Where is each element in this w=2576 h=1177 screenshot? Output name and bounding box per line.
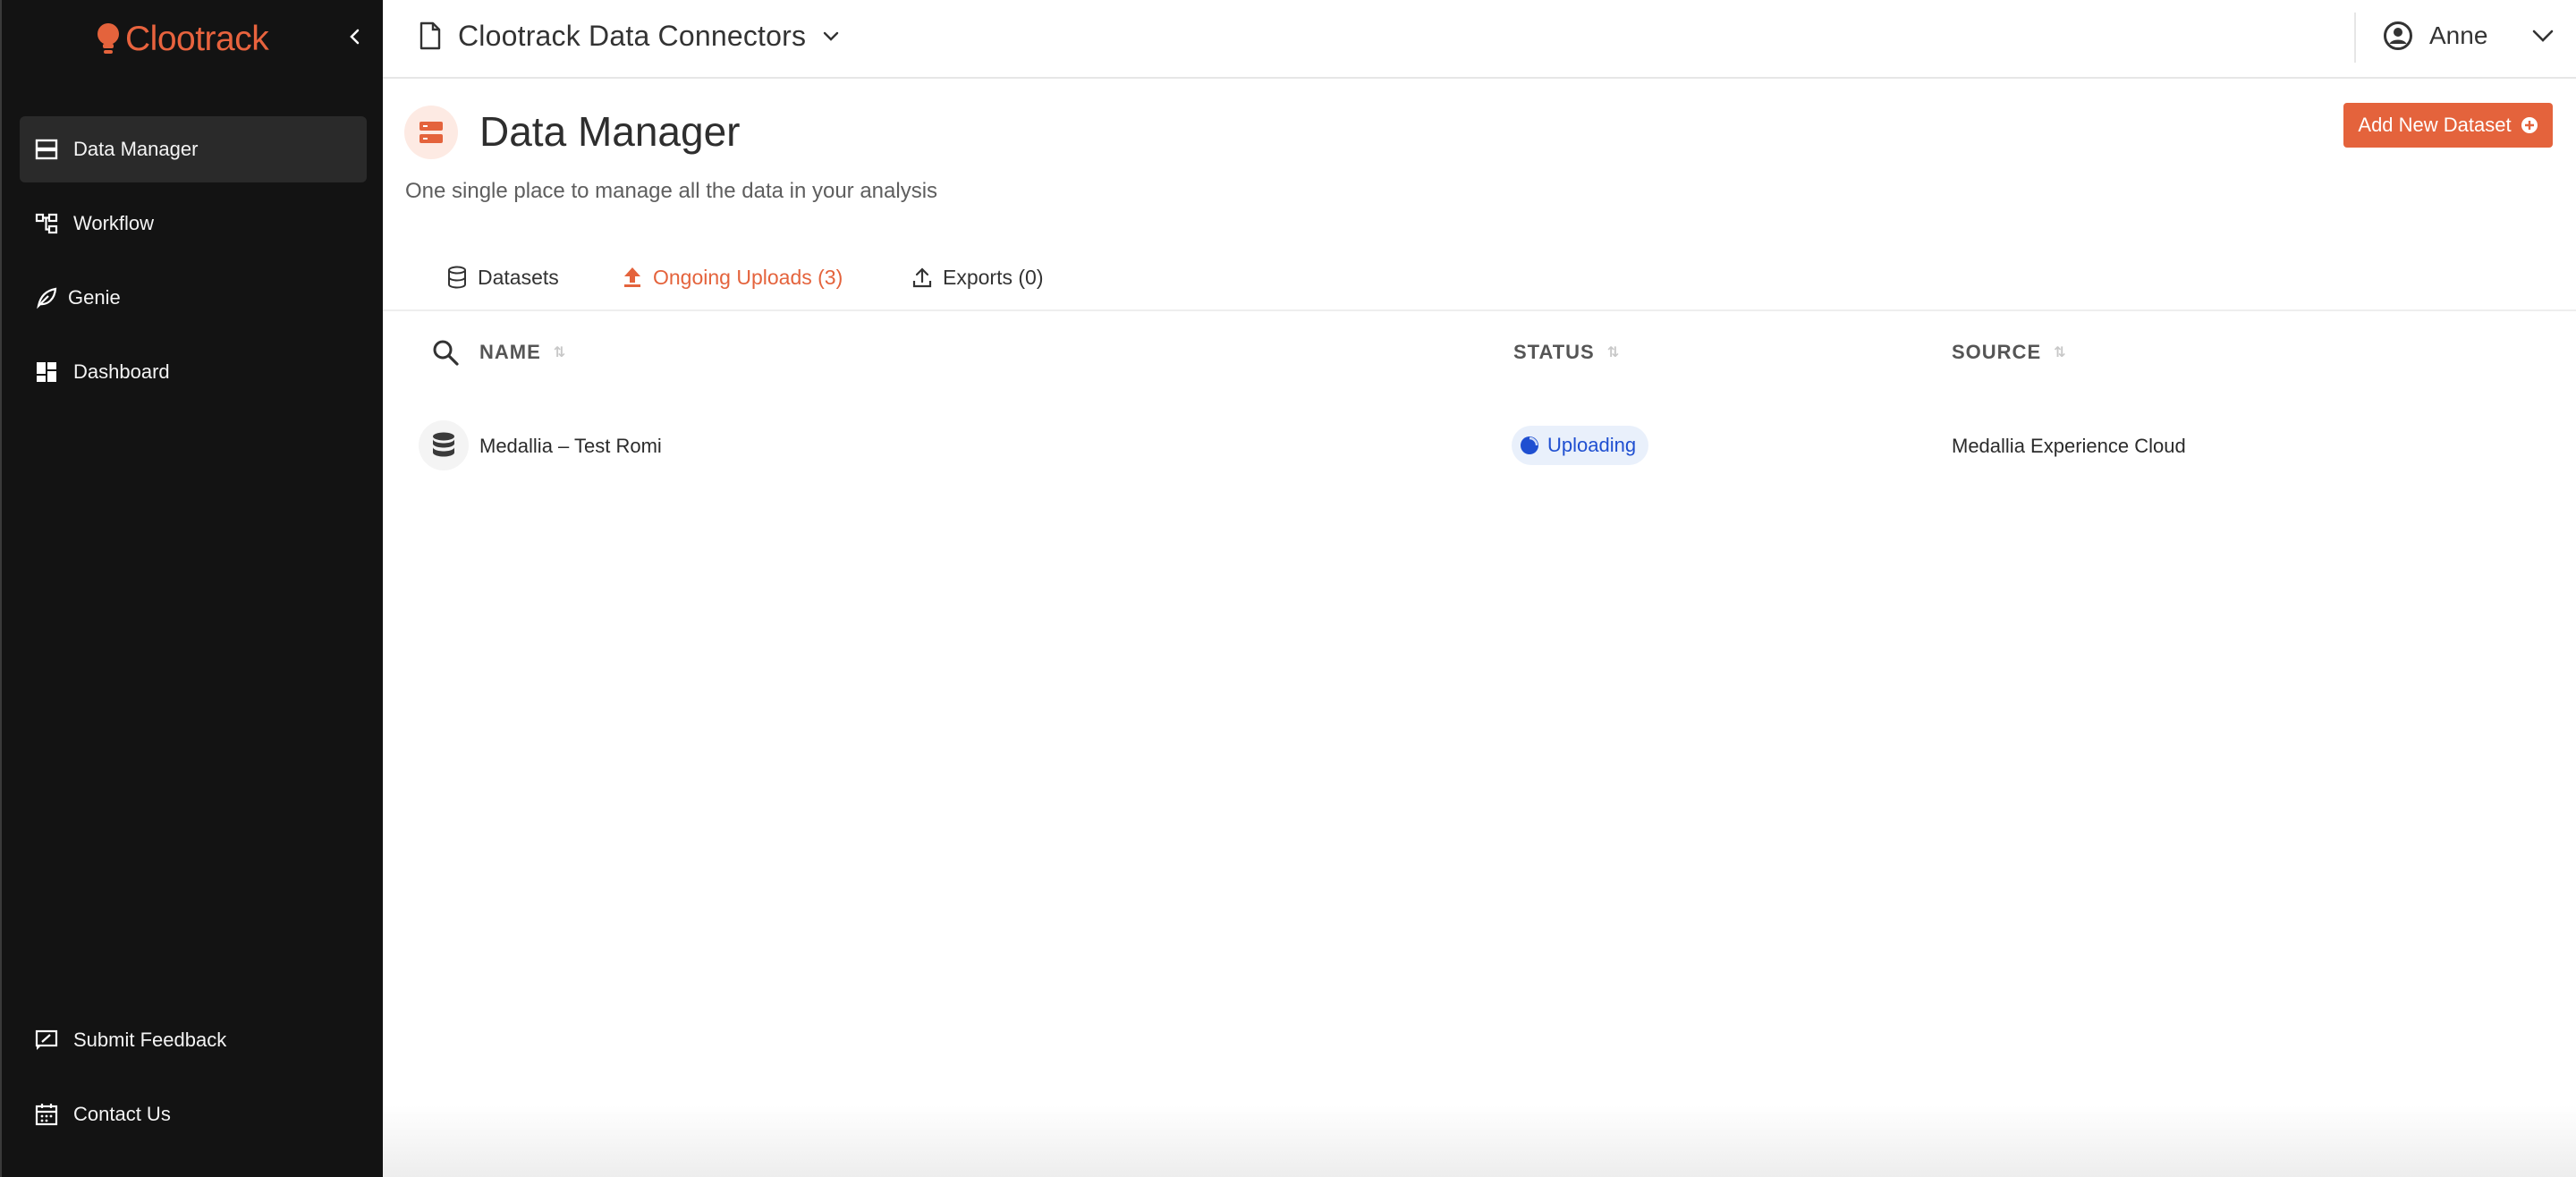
sidebar-item-label: Workflow <box>73 212 155 234</box>
table-row[interactable]: Medallia – Test Romi Uploading Medallia … <box>383 411 2576 479</box>
plus-circle-icon <box>2521 117 2538 133</box>
sidebar-item-workflow[interactable]: Workflow <box>20 191 367 257</box>
page-title: Data Manager <box>479 108 741 155</box>
project-selector[interactable]: Clootrack Data Connectors <box>419 16 840 55</box>
logo-text: Clootrack <box>125 20 269 58</box>
document-icon <box>419 21 441 50</box>
sidebar-item-data-manager[interactable]: Data Manager <box>20 116 367 182</box>
sidebar-item-genie[interactable]: Genie <box>20 265 367 331</box>
tab-ongoing-uploads[interactable]: Ongoing Uploads (3) <box>623 259 843 295</box>
genie-leaf-icon <box>34 285 59 310</box>
table-search-button[interactable] <box>429 336 462 368</box>
topbar-divider <box>2354 13 2356 63</box>
sidebar-item-dashboard[interactable]: Dashboard <box>20 339 367 405</box>
search-icon <box>433 340 459 366</box>
database-stack-icon <box>419 420 469 470</box>
tabs: Datasets Ongoing Uploads (3) Exports (0) <box>383 250 2576 311</box>
tab-label: Datasets <box>478 265 559 289</box>
submit-feedback-button[interactable]: Submit Feedback <box>20 1007 367 1073</box>
tab-label: Ongoing Uploads (3) <box>653 265 843 289</box>
status-badge: Uploading <box>1512 426 1649 465</box>
chevron-down-icon <box>823 31 839 41</box>
calendar-icon <box>34 1102 59 1127</box>
upload-filled-icon <box>624 267 640 287</box>
add-new-dataset-button[interactable]: Add New Dataset <box>2343 103 2553 148</box>
column-header-label: NAME <box>479 341 541 363</box>
collapse-sidebar-button[interactable] <box>342 23 369 50</box>
upload-icon <box>912 267 932 288</box>
column-header-name[interactable]: NAME ⇅ <box>479 338 566 367</box>
chevron-down-icon <box>2533 30 2554 42</box>
add-new-dataset-label: Add New Dataset <box>2358 114 2512 136</box>
sidebar-item-label: Genie <box>68 286 121 309</box>
sidebar-item-label: Dashboard <box>73 360 170 383</box>
top-bar: Clootrack Data Connectors Anne <box>383 0 2576 79</box>
dataset-name: Medallia – Test Romi <box>479 435 662 457</box>
chevron-left-icon <box>350 29 360 45</box>
user-name: Anne <box>2429 21 2488 49</box>
status-label: Uploading <box>1547 434 1637 456</box>
column-header-source[interactable]: SOURCE ⇅ <box>1952 338 2067 367</box>
sidebar-item-label: Contact Us <box>73 1103 171 1125</box>
uploading-spinner-icon <box>1521 436 1538 454</box>
tab-exports[interactable]: Exports (0) <box>912 259 1043 295</box>
feedback-icon <box>34 1028 59 1053</box>
sidebar-item-label: Data Manager <box>73 138 199 160</box>
user-avatar-icon <box>2384 21 2412 50</box>
bulb-logo-icon <box>97 23 119 54</box>
project-title: Clootrack Data Connectors <box>458 19 807 52</box>
bottom-scroll-shadow <box>383 1105 2576 1177</box>
clootrack-logo[interactable]: Clootrack <box>95 18 269 61</box>
column-header-label: STATUS <box>1513 341 1595 363</box>
data-manager-icon <box>34 137 59 162</box>
user-menu[interactable]: Anne <box>2383 16 2555 55</box>
dataset-source: Medallia Experience Cloud <box>1952 435 2186 457</box>
sort-icon: ⇅ <box>1606 345 1621 360</box>
tab-label: Exports (0) <box>943 265 1044 289</box>
column-header-label: SOURCE <box>1952 341 2042 363</box>
sidebar-item-label: Submit Feedback <box>73 1029 227 1051</box>
sort-icon: ⇅ <box>2054 345 2067 360</box>
tab-datasets[interactable]: Datasets <box>447 259 559 295</box>
data-manager-header-icon <box>404 106 458 159</box>
sort-icon: ⇅ <box>553 345 567 360</box>
column-header-status[interactable]: STATUS ⇅ <box>1513 338 1620 367</box>
database-icon <box>448 266 466 289</box>
page-subtitle: One single place to manage all the data … <box>405 179 938 203</box>
contact-us-button[interactable]: Contact Us <box>20 1081 367 1147</box>
dashboard-icon <box>34 360 59 385</box>
workflow-icon <box>34 211 59 236</box>
sidebar: Clootrack Data Manager Workflow Genie Da… <box>0 0 383 1177</box>
